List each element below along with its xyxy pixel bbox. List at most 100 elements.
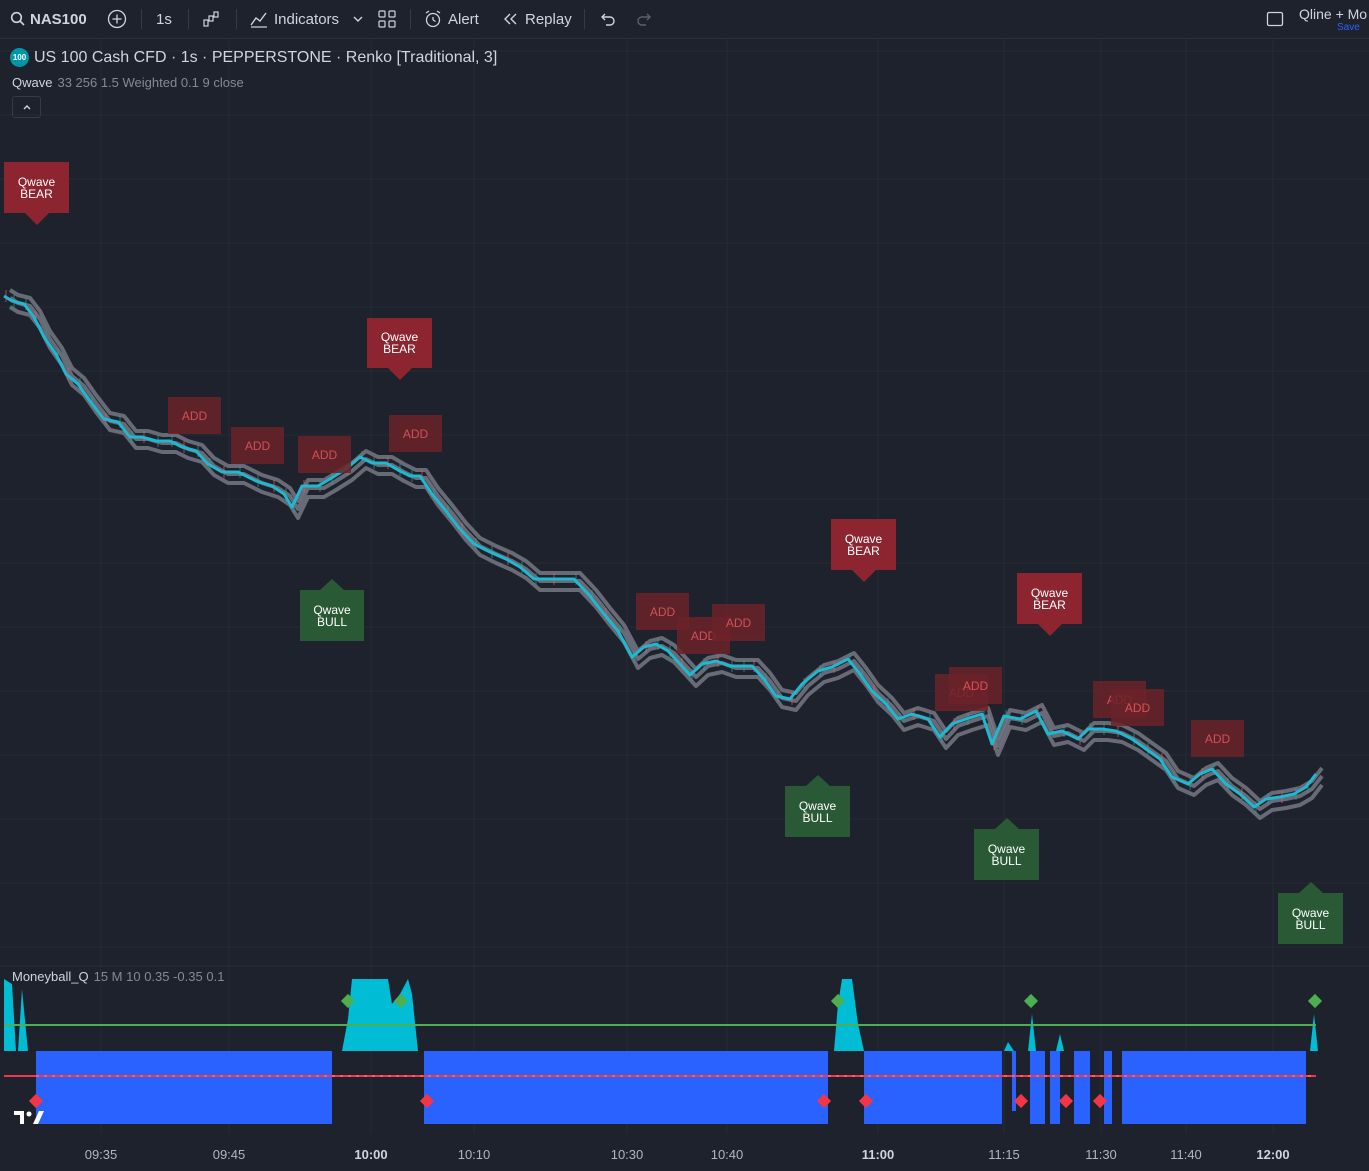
time-tick: 09:35	[84, 1147, 118, 1162]
add-label-text: ADD	[962, 678, 989, 693]
qwave-legend[interactable]: Qwave 33 256 1.5 Weighted 0.1 9 close	[12, 75, 244, 90]
add-signal-label[interactable]: ADD	[949, 667, 1002, 704]
undo-icon	[601, 13, 615, 26]
symbol-badge[interactable]: 100	[10, 48, 29, 67]
time-tick: 11:30	[1085, 1147, 1117, 1162]
toolbar-divider	[141, 9, 142, 29]
chevron-up-icon	[23, 105, 30, 110]
bull-label-text: Qwave BULL	[798, 798, 837, 825]
osc-negative-area	[1122, 1051, 1306, 1124]
bull-label-text: Qwave BULL	[313, 602, 351, 629]
indicators-button[interactable]: Indicators	[249, 0, 339, 38]
search-icon	[10, 11, 25, 26]
add-signal-label[interactable]: ADD	[298, 436, 351, 473]
tradingview-logo-icon	[14, 1111, 44, 1124]
chart-type-button[interactable]	[201, 0, 221, 38]
add-signal-label[interactable]: ADD	[168, 397, 221, 434]
interval-button[interactable]: 1s	[156, 0, 172, 38]
sell-diamond-marker	[1058, 1093, 1074, 1109]
qwave-band	[8, 288, 1324, 820]
undo-button[interactable]	[598, 0, 616, 38]
time-tick: 10:40	[710, 1147, 744, 1162]
time-tick: 10:10	[457, 1147, 491, 1162]
moneyball-legend[interactable]: Moneyball_Q 15 M 10 0.35 -0.35 0.1	[12, 969, 224, 984]
grid-icon	[378, 10, 396, 28]
time-tick: 11:00	[861, 1147, 895, 1162]
osc-negative-area	[1074, 1051, 1090, 1124]
qwave-bear-label[interactable]: Qwave BEAR	[4, 162, 69, 213]
redo-button[interactable]	[636, 0, 654, 38]
qwave-bear-label[interactable]: Qwave BEAR	[1017, 573, 1082, 624]
osc-positive-area	[4, 979, 28, 1051]
time-tick: 11:40	[1170, 1147, 1202, 1162]
add-label-text: ADD	[311, 447, 338, 462]
indicators-label: Indicators	[274, 10, 340, 28]
series-title[interactable]: US 100 Cash CFD · 1s · PEPPERSTONE · Ren…	[34, 49, 497, 67]
toolbar-divider	[410, 9, 411, 29]
tradingview-logo[interactable]	[14, 1108, 48, 1126]
qwave-price-line	[3, 294, 1318, 809]
bull-label-pointer	[1298, 882, 1323, 893]
toolbar-divider	[188, 9, 189, 29]
sell-diamond-marker	[1013, 1093, 1029, 1109]
add-signal-label[interactable]: ADD	[389, 415, 442, 452]
qwave-bull-label[interactable]: Qwave BULL	[974, 829, 1039, 880]
moneyball-legend-name: Moneyball_Q	[12, 969, 89, 984]
qwave-bear-label[interactable]: Qwave BEAR	[367, 318, 432, 368]
time-tick: 12:00	[1256, 1147, 1290, 1162]
add-label-text: ADD	[1124, 700, 1151, 715]
bull-label-text: Qwave BULL	[1291, 905, 1330, 932]
osc-positive-area	[1004, 1014, 1064, 1051]
bull-label-text: Qwave BULL	[987, 841, 1026, 868]
collapse-legend-button[interactable]	[12, 96, 41, 118]
osc-negative-area	[1030, 1051, 1045, 1124]
time-axis[interactable]: 09:35 09:45 10:00 10:10 10:30 10:40 11:0…	[0, 1138, 1369, 1171]
alert-button[interactable]: Alert	[423, 0, 479, 38]
indicators-icon	[250, 12, 267, 28]
alarm-clock-icon	[425, 10, 441, 28]
indicators-dropdown[interactable]	[352, 0, 364, 38]
templates-button[interactable]	[377, 0, 397, 38]
bear-label-pointer	[24, 213, 49, 225]
osc-negative-area	[36, 1051, 332, 1124]
osc-negative-area	[864, 1051, 1002, 1124]
osc-positive-area	[834, 979, 864, 1051]
add-signal-label[interactable]: ADD	[1111, 689, 1164, 726]
add-signal-label[interactable]: ADD	[1191, 720, 1244, 757]
osc-negative-area	[1104, 1051, 1112, 1124]
replay-button[interactable]: Replay	[502, 0, 572, 38]
qwave-bull-label[interactable]: Qwave BULL	[785, 786, 850, 837]
qwave-bull-label[interactable]: Qwave BULL	[300, 590, 364, 641]
qwave-legend-name: Qwave	[12, 75, 53, 90]
qwave-bear-label[interactable]: Qwave BEAR	[831, 519, 896, 570]
symbol-label: NAS100	[30, 10, 87, 28]
layout-name-button[interactable]: Qline + Mo Save	[1299, 6, 1369, 36]
compare-button[interactable]	[107, 0, 127, 38]
square-icon	[1266, 11, 1284, 27]
bear-label-text: Qwave BEAR	[17, 174, 56, 201]
moneyball-oscillator	[4, 979, 1323, 1124]
add-label-text: ADD	[1204, 731, 1231, 746]
chevron-down-icon	[353, 16, 363, 22]
symbol-badge-text: 100	[12, 53, 27, 62]
qwave-bull-label[interactable]: Qwave BULL	[1278, 893, 1343, 944]
qwave-legend-params: 33 256 1.5 Weighted 0.1 9 close	[57, 75, 244, 90]
fullscreen-button[interactable]	[1266, 0, 1284, 38]
alert-label: Alert	[448, 10, 479, 28]
symbol-search-button[interactable]: NAS100	[10, 0, 87, 38]
add-signal-label[interactable]: ADD	[231, 427, 284, 464]
add-signal-label[interactable]: ADD	[712, 604, 765, 641]
bear-label-pointer	[1037, 624, 1062, 636]
time-tick: 09:45	[212, 1147, 246, 1162]
osc-negative-area	[1050, 1051, 1060, 1124]
top-toolbar: NAS100 1s Indicators Alert Replay Qline …	[0, 0, 1369, 39]
bear-label-text: Qwave BEAR	[1030, 585, 1069, 612]
interval-label: 1s	[156, 10, 172, 28]
buy-diamond-marker	[1023, 993, 1039, 1009]
moneyball-legend-params: 15 M 10 0.35 -0.35 0.1	[93, 969, 225, 984]
rewind-icon	[504, 13, 517, 25]
add-label-text: ADD	[649, 604, 676, 619]
toolbar-divider	[584, 9, 585, 29]
qwave-band-line	[8, 296, 1324, 811]
time-tick: 11:15	[988, 1147, 1020, 1162]
